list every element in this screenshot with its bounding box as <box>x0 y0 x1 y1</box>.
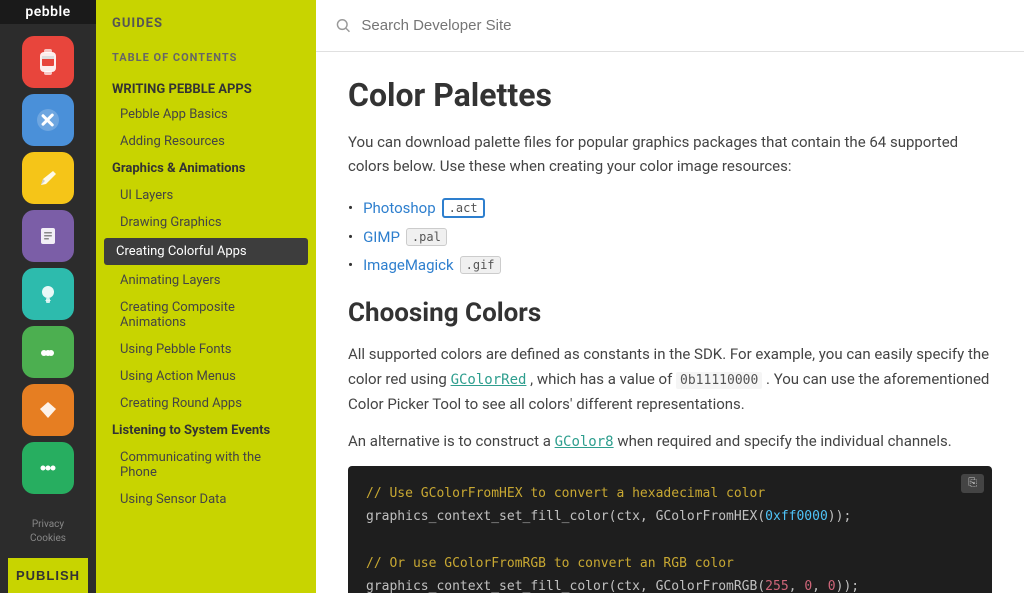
nav-header: GUIDES <box>96 0 316 39</box>
bulb-icon <box>35 281 61 307</box>
choosing-text-2: An alternative is to construct a GColor8… <box>348 429 992 454</box>
nav-item-communicating-phone[interactable]: Communicating with the Phone <box>96 444 316 486</box>
toc-label: TABLE OF CONTENTS <box>96 39 316 72</box>
palette-list: Photoshop .act GIMP .pal ImageMagick .gi… <box>348 198 992 274</box>
choosing-text-1: All supported colors are defined as cons… <box>348 342 992 417</box>
search-bar <box>316 0 1024 52</box>
tools-icon <box>35 107 61 133</box>
nav-item-drawing-graphics[interactable]: Drawing Graphics <box>96 209 316 236</box>
intro-text: You can download palette files for popul… <box>348 130 992 178</box>
gcolorred-link[interactable]: GColorRed <box>451 372 527 388</box>
icon-item-tools[interactable] <box>22 94 74 146</box>
nav-item-creating-colorful-apps[interactable]: Creating Colorful Apps <box>104 238 308 265</box>
privacy-cookies-text: Privacy Cookies <box>30 518 66 546</box>
icon-sidebar: pebble <box>0 0 96 593</box>
publish-button[interactable]: PUBLISH <box>8 558 88 593</box>
nav-sidebar: GUIDES TABLE OF CONTENTS WRITING PEBBLE … <box>96 0 316 593</box>
photoshop-tag: .act <box>442 198 485 218</box>
gcolor8-link[interactable]: GColor8 <box>555 434 614 450</box>
photoshop-link[interactable]: Photoshop <box>363 199 436 217</box>
nav-item-creating-round-apps[interactable]: Creating Round Apps <box>96 390 316 417</box>
copy-button[interactable]: ⎘ <box>961 474 984 493</box>
code-line-3: // Or use GColorFromRGB to convert an RG… <box>366 552 974 575</box>
sidebar-footer: Privacy Cookies <box>18 506 78 558</box>
main-content: Color Palettes You can download palette … <box>316 0 1024 593</box>
nav-section-system-events[interactable]: Listening to System Events <box>96 417 316 444</box>
imagemagick-tag: .gif <box>460 256 501 274</box>
page-title: Color Palettes <box>348 76 992 114</box>
icon-item-chat[interactable] <box>22 326 74 378</box>
icon-item-bulb[interactable] <box>22 268 74 320</box>
gimp-link[interactable]: GIMP <box>363 228 400 246</box>
icon-sidebar-items <box>22 24 74 506</box>
dots-icon <box>35 455 61 481</box>
content-area: Color Palettes You can download palette … <box>316 52 1024 593</box>
nav-item-using-action-menus[interactable]: Using Action Menus <box>96 363 316 390</box>
icon-item-pencil[interactable] <box>22 152 74 204</box>
nav-item-using-sensor-data[interactable]: Using Sensor Data <box>96 486 316 513</box>
icon-item-note[interactable] <box>22 210 74 262</box>
code-block: ⎘ // Use GColorFromHEX to convert a hexa… <box>348 466 992 593</box>
pebble-watch-icon <box>34 48 62 76</box>
imagemagick-link[interactable]: ImageMagick <box>363 256 454 274</box>
icon-item-dots[interactable] <box>22 442 74 494</box>
pencil-icon <box>35 165 61 191</box>
code-line-4: graphics_context_set_fill_color(ctx, GCo… <box>366 575 974 593</box>
note-icon <box>35 223 61 249</box>
palette-item-photoshop: Photoshop .act <box>348 198 992 218</box>
icon-item-diamond[interactable] <box>22 384 74 436</box>
nav-item-using-pebble-fonts[interactable]: Using Pebble Fonts <box>96 336 316 363</box>
search-input[interactable] <box>361 17 1004 34</box>
app-logo[interactable]: pebble <box>0 0 96 24</box>
nav-item-adding-resources[interactable]: Adding Resources <box>96 128 316 155</box>
palette-item-imagemagick: ImageMagick .gif <box>348 256 992 274</box>
icon-item-red[interactable] <box>22 36 74 88</box>
nav-section-graphics[interactable]: Graphics & Animations <box>96 155 316 182</box>
nav-item-ui-layers[interactable]: UI Layers <box>96 182 316 209</box>
nav-item-creating-composite-animations[interactable]: Creating Composite Animations <box>96 294 316 336</box>
color-value-badge: 0b11110000 <box>676 372 762 389</box>
diamond-icon <box>35 397 61 423</box>
palette-item-gimp: GIMP .pal <box>348 228 992 246</box>
choosing-colors-title: Choosing Colors <box>348 298 992 328</box>
nav-item-pebble-app-basics[interactable]: Pebble App Basics <box>96 101 316 128</box>
search-icon <box>336 18 351 34</box>
code-line-2: graphics_context_set_fill_color(ctx, GCo… <box>366 505 974 528</box>
code-line-1: // Use GColorFromHEX to convert a hexade… <box>366 482 974 505</box>
nav-item-animating-layers[interactable]: Animating Layers <box>96 267 316 294</box>
chat-icon <box>35 339 61 365</box>
nav-section-writing: WRITING PEBBLE APPS <box>96 72 316 101</box>
gimp-tag: .pal <box>406 228 447 246</box>
